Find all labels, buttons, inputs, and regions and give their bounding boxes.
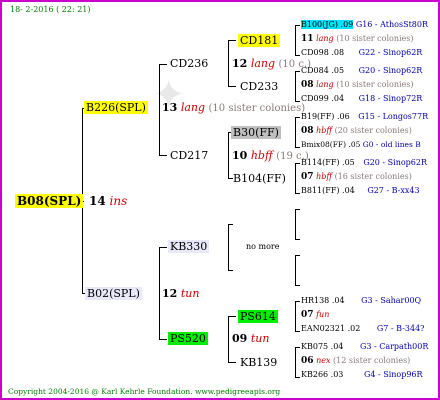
- connector: [159, 64, 160, 156]
- sd-year: 10: [232, 149, 248, 162]
- connector: [228, 316, 236, 317]
- bracket: [295, 377, 300, 378]
- sds-name[interactable]: B30(FF): [231, 126, 281, 139]
- connector: [159, 64, 167, 65]
- dd-year: 09: [232, 332, 248, 345]
- g5-sister-line: 07 fun: [301, 310, 330, 320]
- bracket: [295, 25, 296, 56]
- sire-note: (10 sister colonies): [208, 103, 306, 114]
- g5-sister-line: 11 lang (10 sister colonies): [301, 34, 414, 44]
- dd-name[interactable]: PS520: [168, 332, 208, 345]
- g5-entry[interactable]: KB266 .03 G4 - Sinop96R: [301, 371, 423, 379]
- bracket: [295, 25, 300, 26]
- ss-year: 12: [232, 57, 248, 70]
- g5-entry[interactable]: Bmix08(FF) .05 G0 - old lines B: [301, 141, 421, 149]
- bracket: [295, 163, 296, 194]
- dam-race: tun: [180, 287, 200, 300]
- g5-entry[interactable]: CD098 .08 G22 - Sinop62R: [301, 49, 422, 57]
- bracket: [295, 55, 300, 56]
- g5-entry[interactable]: EAN02321 .02 G7 - B-344?: [301, 325, 424, 333]
- bracket: [295, 255, 296, 286]
- sd-name[interactable]: CD217: [170, 150, 208, 161]
- ss-name[interactable]: CD236: [170, 58, 208, 69]
- bracket: [295, 331, 300, 332]
- bracket: [295, 347, 300, 348]
- bracket: [295, 347, 296, 378]
- ss-info: 12 lang (10 c.): [232, 58, 311, 70]
- connector: [159, 155, 167, 156]
- connector: [159, 339, 167, 340]
- g5-sister-line: 06 nex (12 sister colonies): [301, 356, 411, 366]
- g5-entry[interactable]: B811(FF) .04 G27 - B-xx43: [301, 187, 420, 195]
- bracket: [295, 301, 300, 302]
- g5-sister-line: 08 lang (10 sister colonies): [301, 80, 414, 90]
- g5-entry[interactable]: HR138 .04 G3 - Sahar00Q: [301, 297, 421, 305]
- ssd-name[interactable]: CD233: [240, 81, 278, 92]
- g5-entry[interactable]: CD099 .04 G18 - Sinop72R: [301, 95, 422, 103]
- root-year: 14: [89, 194, 106, 208]
- sdd-name[interactable]: B104(FF): [233, 173, 286, 184]
- connector: [228, 362, 236, 363]
- connector: [228, 270, 233, 271]
- bracket: [295, 285, 300, 286]
- g5-sister-line: 08 hbff (20 sister colonies): [301, 126, 412, 136]
- ss-race: lang: [250, 57, 276, 70]
- dd-info: 09 tun: [232, 333, 269, 344]
- connector: [228, 132, 229, 179]
- connector: [228, 224, 229, 271]
- bracket: [295, 117, 300, 118]
- g5-entry[interactable]: B114(FF) .05 G20 - Sinop62R: [301, 159, 427, 167]
- connector: [159, 247, 167, 248]
- dam-name[interactable]: B02(SPL): [85, 287, 142, 300]
- bracket: [295, 71, 296, 102]
- ds-no-more: no more: [246, 242, 280, 251]
- bracket: [295, 71, 300, 72]
- bracket: [295, 117, 296, 148]
- g5-entry[interactable]: B19(FF) .06 G15 - Longos77R: [301, 113, 428, 121]
- bracket: [295, 193, 300, 194]
- g5-entry[interactable]: B100(JG) .09 G16 - AthosSt80R: [301, 20, 428, 29]
- sire-info: 13 lang (10 sister colonies): [162, 102, 305, 114]
- sss-name[interactable]: CD181: [238, 34, 281, 47]
- bracket: [295, 239, 300, 240]
- header-date: 18- 2-2016 ( 22: 21): [10, 5, 91, 14]
- footer-copyright: Copyright 2004-2016 @ Karl Kehrle Founda…: [8, 387, 281, 396]
- dds-name[interactable]: PS614: [238, 310, 278, 323]
- ddd-name[interactable]: KB139: [240, 357, 277, 368]
- g5-sister-line: 07 hbff (16 sister colonies): [301, 172, 412, 182]
- connector: [228, 40, 229, 87]
- connector: [228, 86, 236, 87]
- sire-race: lang: [180, 101, 206, 114]
- connector: [228, 40, 236, 41]
- sire-name[interactable]: B226(SPL): [84, 101, 148, 114]
- connector: [228, 316, 229, 363]
- root-queen-info: 14 ins: [89, 195, 127, 207]
- bracket: [295, 209, 296, 240]
- bracket: [295, 163, 300, 164]
- sd-race: hbff: [250, 149, 273, 162]
- dam-info: 12 tun: [162, 288, 199, 299]
- root-queen-name[interactable]: B08(SPL): [15, 194, 84, 208]
- ds-name[interactable]: KB330: [168, 240, 210, 253]
- sire-year: 13: [162, 101, 178, 114]
- bracket: [295, 255, 300, 256]
- connector: [228, 224, 233, 225]
- bracket: [295, 147, 300, 148]
- dam-year: 12: [162, 287, 178, 300]
- root-race: ins: [109, 194, 128, 208]
- bracket: [295, 209, 300, 210]
- bracket: [295, 301, 296, 332]
- g5-entry[interactable]: CD084 .05 G20 - Sinop62R: [301, 67, 422, 75]
- dd-race: tun: [250, 332, 270, 345]
- g5-entry[interactable]: KB075 .04 G3 - Carpath00R: [301, 343, 428, 351]
- pedigree-frame: ✦ 18- 2-2016 ( 22: 21) B08(SPL) 14 ins B…: [0, 0, 440, 400]
- sd-info: 10 hbff (19 c.): [232, 150, 309, 162]
- connector: [159, 247, 160, 339]
